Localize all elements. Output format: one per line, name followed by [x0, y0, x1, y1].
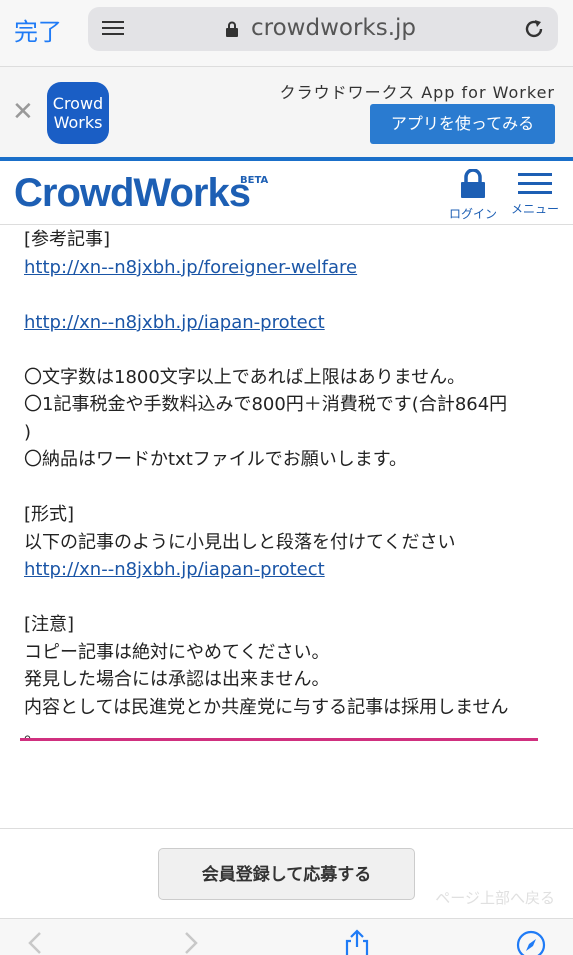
site-header: CrowdWorks BETA ログイン メニュー: [0, 161, 573, 225]
close-icon[interactable]: ✕: [12, 97, 34, 127]
reference-link[interactable]: http://xn--n8jxbh.jp/iapan-protect: [24, 312, 325, 333]
content-line: [参考記事]: [24, 229, 111, 250]
content-line: http://xn--n8jxbh.jp/iapan-protect: [24, 556, 554, 584]
beta-badge: BETA: [240, 175, 269, 186]
content-line: コピー記事は絶対にやめてください。: [24, 641, 330, 663]
content-line: [形式]: [24, 504, 75, 525]
login-button[interactable]: ログイン: [449, 168, 498, 222]
content-line: 〇1記事税金や手数料込みで800円＋消費税です(合計864円: [24, 394, 508, 415]
hamburger-icon: [509, 173, 561, 194]
app-logo: Crowd Works: [47, 82, 109, 144]
app-install-banner: ✕ Crowd Works クラウドワークス App for Worker アプ…: [0, 66, 573, 158]
url-text: crowdworks.jp: [251, 15, 417, 41]
content-line: [注意]: [24, 614, 75, 635]
banner-title: クラウドワークス App for Worker: [279, 83, 555, 102]
menu-label: メニュー: [510, 202, 559, 216]
safari-top-bar: 完了 crowdworks.jp: [0, 0, 573, 66]
reload-icon[interactable]: [522, 17, 546, 41]
content-line: 〇納品はワードかtxtファイルでお願いします。: [24, 449, 407, 470]
site-logo[interactable]: CrowdWorks: [14, 171, 251, 216]
use-app-button[interactable]: アプリを使ってみる: [370, 104, 555, 144]
content-line: http://xn--n8jxbh.jp/iapan-protect: [24, 309, 554, 337]
content-line: ): [24, 421, 32, 443]
reader-view-icon[interactable]: [102, 21, 124, 37]
reference-link[interactable]: http://xn--n8jxbh.jp/foreigner-welfare: [24, 257, 357, 278]
done-button[interactable]: 完了: [14, 12, 62, 47]
content-line: 以下の記事のように小見出しと段落を付けてください: [24, 531, 456, 553]
back-to-top-link[interactable]: ページ上部へ戻る: [435, 887, 555, 908]
highlight-underline: [20, 738, 538, 741]
compass-icon[interactable]: [516, 929, 546, 955]
content-line: 〇文字数は1800文字以上であれば上限はありません。: [24, 366, 466, 388]
app-logo-line2: Works: [53, 113, 103, 132]
login-label: ログイン: [449, 207, 498, 221]
safari-bottom-toolbar: [0, 918, 573, 955]
forward-icon[interactable]: [176, 929, 206, 955]
content-line: 。: [24, 724, 42, 745]
address-bar[interactable]: crowdworks.jp: [88, 7, 558, 51]
lock-icon: [226, 21, 238, 37]
menu-button[interactable]: メニュー: [509, 173, 561, 217]
share-icon[interactable]: [342, 929, 372, 955]
content-line: 発見した場合には承認は出来ません。: [24, 669, 330, 690]
content-line: http://xn--n8jxbh.jp/foreigner-welfare: [24, 254, 554, 282]
job-description: [参考記事] http://xn--n8jxbh.jp/foreigner-wel…: [24, 226, 554, 749]
reference-link[interactable]: http://xn--n8jxbh.jp/iapan-protect: [24, 559, 325, 580]
content-line: 内容としては民進党とか共産党に与する記事は採用しません: [24, 696, 509, 718]
register-and-apply-button[interactable]: 会員登録して応募する: [158, 848, 415, 900]
app-logo-line1: Crowd: [52, 94, 104, 113]
back-icon[interactable]: [22, 929, 52, 955]
lock-icon: [461, 168, 485, 198]
